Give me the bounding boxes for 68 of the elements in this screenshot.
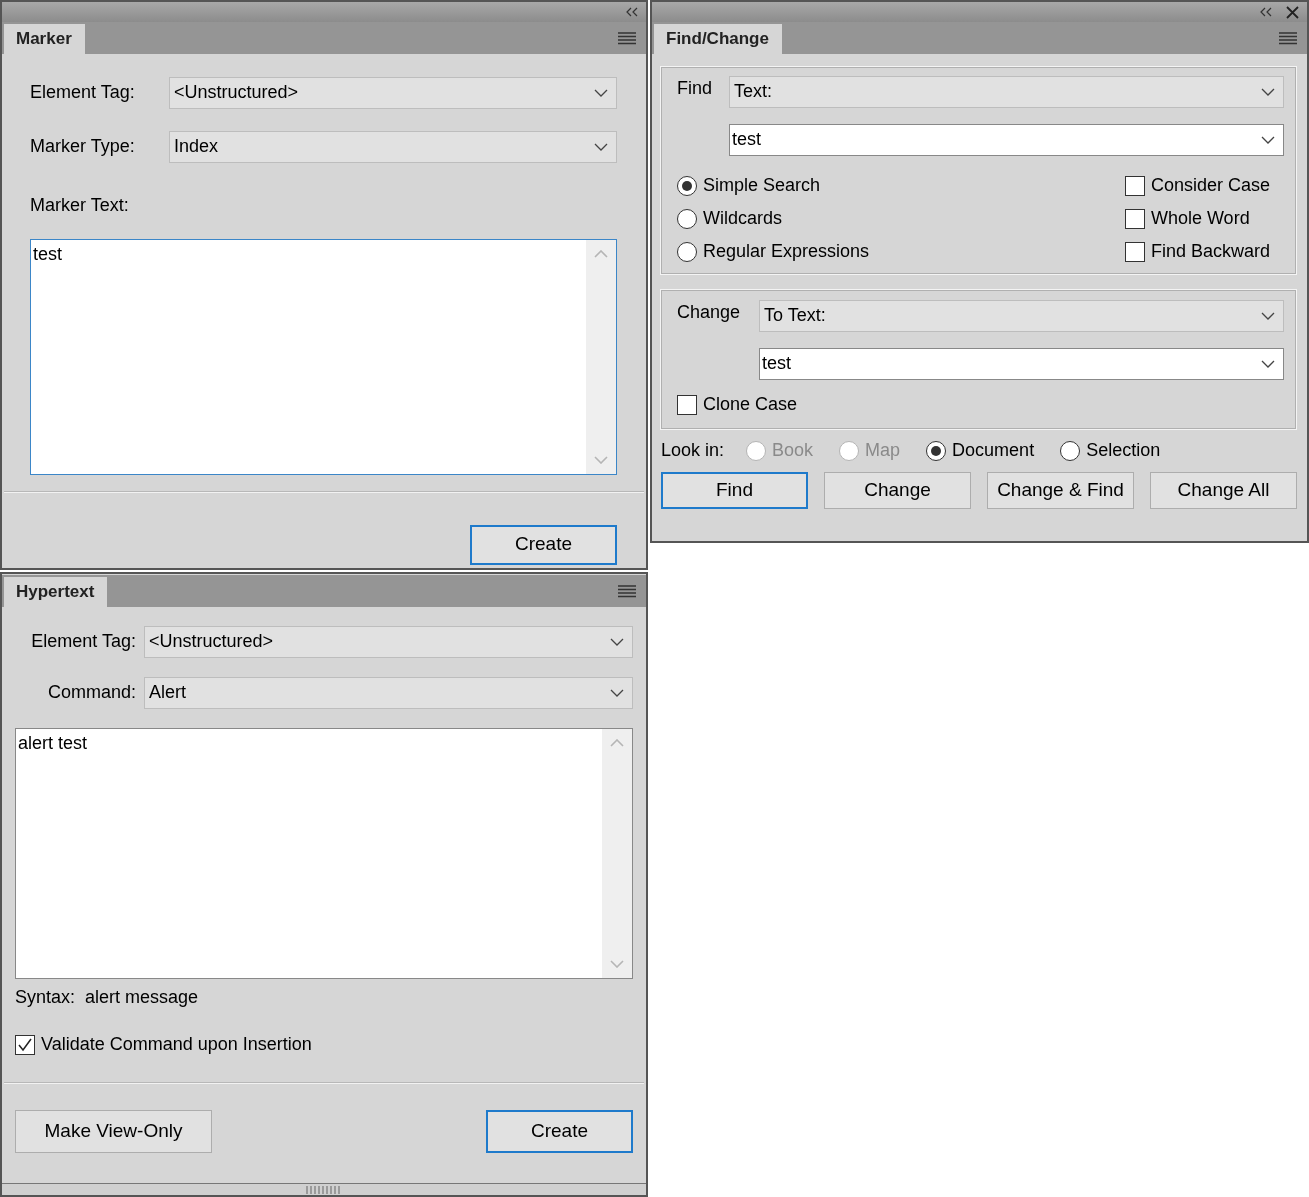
radio-label: Simple Search bbox=[703, 174, 821, 197]
button[interactable]: Create bbox=[470, 524, 617, 565]
checkbox-label: Clone Case bbox=[703, 393, 798, 416]
change-text-field[interactable]: test bbox=[759, 348, 1284, 380]
command-dropdown[interactable]: Alert bbox=[144, 677, 633, 709]
radio-label: Document bbox=[952, 439, 1035, 462]
button[interactable]: Create bbox=[486, 1109, 633, 1153]
panel-tab[interactable]: Marker bbox=[4, 24, 85, 54]
chevron-down-icon bbox=[610, 689, 624, 697]
find-type-dropdown[interactable]: Text: bbox=[729, 76, 1284, 108]
field-label: Marker Type: bbox=[30, 136, 136, 158]
checkbox-label: Find Backward bbox=[1150, 240, 1270, 263]
radio-button[interactable] bbox=[926, 440, 947, 461]
radio-button[interactable] bbox=[677, 208, 697, 229]
radio-label: Book bbox=[772, 439, 814, 462]
close-icon[interactable] bbox=[1286, 5, 1299, 19]
field-label: Element Tag: bbox=[30, 631, 136, 653]
resize-grip-icon[interactable] bbox=[306, 1185, 342, 1194]
change-label: Change bbox=[677, 302, 742, 324]
checkbox[interactable] bbox=[1124, 241, 1145, 262]
chevron-down-icon bbox=[1261, 136, 1275, 144]
field-label: Element Tag: bbox=[30, 82, 136, 104]
field-label: Marker Text: bbox=[30, 195, 130, 217]
radio-button[interactable] bbox=[1060, 440, 1081, 461]
checkbox-label: Consider Case bbox=[1150, 174, 1270, 197]
marker-text-field[interactable]: test bbox=[30, 238, 617, 475]
checkbox-label: Validate Command upon Insertion bbox=[41, 1034, 312, 1056]
menu-icon[interactable] bbox=[618, 584, 636, 598]
button[interactable]: Change All bbox=[1150, 472, 1297, 509]
chevron-down-icon bbox=[1261, 360, 1275, 368]
element-tag-dropdown[interactable]: <Unstructured> bbox=[144, 626, 633, 658]
radio-button[interactable] bbox=[677, 175, 697, 196]
field-label: Command: bbox=[46, 682, 136, 704]
checkbox[interactable] bbox=[677, 394, 697, 415]
element-tag-dropdown[interactable]: <Unstructured> bbox=[169, 77, 617, 109]
panel-tab[interactable]: Find/Change bbox=[654, 24, 782, 54]
checkmark-icon bbox=[17, 1038, 33, 1053]
chevron-down-icon bbox=[1261, 312, 1275, 320]
radio-label: Regular Expressions bbox=[703, 240, 870, 263]
find-text-field[interactable]: test bbox=[729, 124, 1284, 156]
find-label: Find bbox=[677, 78, 713, 100]
command-text-field[interactable]: alert test bbox=[15, 728, 633, 979]
syntax-label: Syntax: bbox=[15, 987, 76, 1009]
menu-icon[interactable] bbox=[618, 31, 636, 45]
radio-label: Wildcards bbox=[703, 207, 782, 230]
radio-button[interactable] bbox=[677, 241, 697, 262]
menu-icon[interactable] bbox=[1279, 31, 1297, 45]
button[interactable]: Make View-Only bbox=[15, 1109, 212, 1153]
button[interactable]: Find bbox=[661, 472, 808, 509]
syntax-text: alert message bbox=[85, 987, 199, 1009]
checkbox[interactable] bbox=[1124, 208, 1145, 229]
radio-label: Map bbox=[865, 439, 901, 462]
panel-tab[interactable]: Hypertext bbox=[4, 577, 108, 607]
collapse-icon[interactable] bbox=[625, 7, 638, 17]
button[interactable]: Change & Find bbox=[987, 472, 1134, 509]
change-type-dropdown[interactable]: To Text: bbox=[759, 300, 1284, 332]
chevron-down-icon bbox=[594, 89, 608, 97]
button[interactable]: Change bbox=[824, 472, 971, 509]
radio-label: Selection bbox=[1086, 439, 1161, 462]
chevron-down-icon bbox=[610, 638, 624, 646]
collapse-icon[interactable] bbox=[1259, 7, 1272, 17]
chevron-down-icon bbox=[1261, 88, 1275, 96]
chevron-down-icon bbox=[594, 143, 608, 151]
checkbox[interactable] bbox=[15, 1035, 35, 1056]
marker-type-dropdown[interactable]: Index bbox=[169, 131, 617, 163]
checkbox-label: Whole Word bbox=[1150, 207, 1250, 230]
look-in-label: Look in: bbox=[661, 439, 725, 462]
checkbox[interactable] bbox=[1124, 175, 1145, 196]
